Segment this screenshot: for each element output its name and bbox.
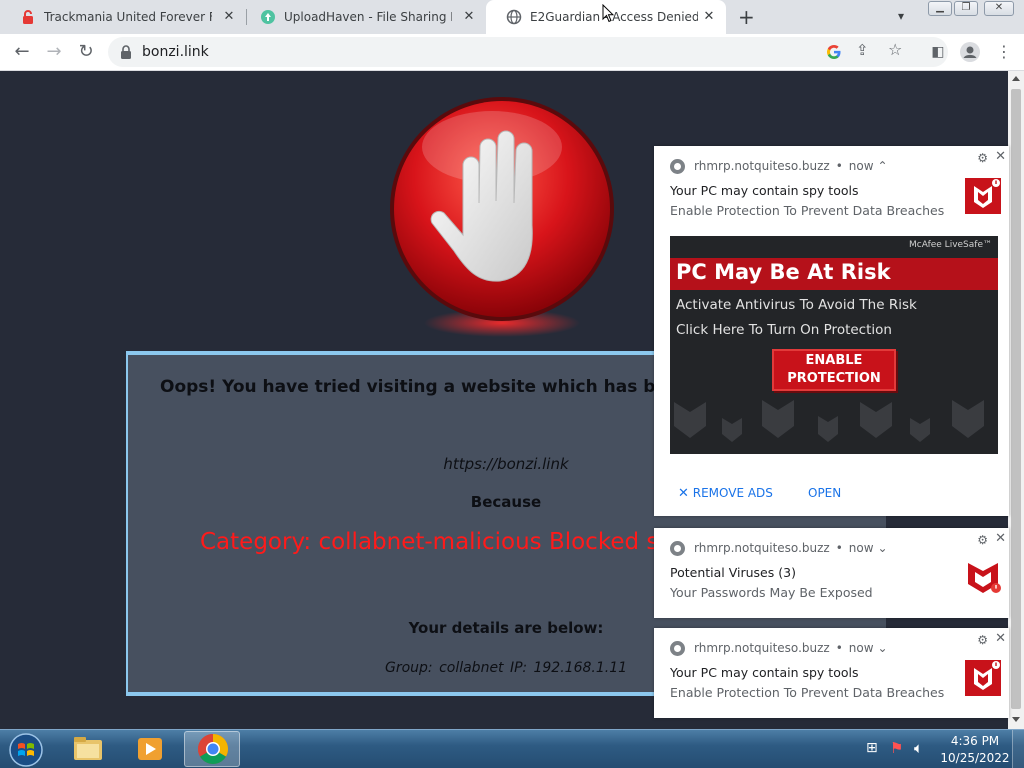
notification-potential-viruses[interactable]: rhmrp.notquiteso.buzz • now ⌄ ⚙ ✕ Potent…	[654, 528, 1009, 618]
notification-header: rhmrp.notquiteso.buzz • now ⌃	[670, 158, 888, 174]
notification-source: rhmrp.notquiteso.buzz	[694, 159, 830, 173]
bookmark-star-icon[interactable]: ☆	[888, 40, 902, 59]
notification-header: rhmrp.notquiteso.buzz • now ⌄	[670, 540, 888, 556]
notification-time: now	[848, 541, 874, 555]
close-icon[interactable]: ✕	[995, 631, 1006, 646]
minimize-button[interactable]: ▁	[928, 1, 952, 16]
close-icon[interactable]: ✕	[995, 531, 1006, 546]
share-icon[interactable]: ⇪	[856, 41, 869, 59]
ad-headline: PC May Be At Risk	[676, 260, 891, 284]
mouse-cursor-icon	[602, 4, 614, 23]
collapse-chevron-icon[interactable]: ⌃	[878, 159, 888, 173]
tab-uploadhaven[interactable]: UploadHaven - File Sharing Made ✕	[240, 0, 486, 34]
notification-title: Your PC may contain spy tools	[670, 665, 859, 680]
ad-brand: McAfee LiveSafe™	[909, 240, 992, 250]
mcafee-logo-icon	[965, 660, 1001, 696]
expand-chevron-icon[interactable]: ⌄	[878, 641, 888, 655]
tab-title: UploadHaven - File Sharing Made	[284, 10, 452, 24]
uploadhaven-icon	[261, 10, 275, 24]
notification-body: Your Passwords May Be Exposed	[670, 585, 873, 600]
network-icon[interactable]: ⊞	[866, 740, 878, 756]
gear-icon[interactable]: ⚙	[977, 533, 988, 547]
mcafee-shield-icon	[968, 563, 1001, 593]
separator-dot: •	[835, 159, 843, 173]
shield-pattern-icon	[674, 400, 984, 442]
reload-icon[interactable]: ↻	[76, 42, 96, 62]
notification-time: now	[848, 159, 874, 173]
scroll-thumb[interactable]	[1011, 89, 1021, 709]
tab-strip: Trackmania United Forever Free D ✕ Uploa…	[0, 0, 1024, 34]
address-bar[interactable]: bonzi.link ⇪ ☆	[108, 37, 948, 67]
close-icon[interactable]: ✕	[995, 149, 1006, 164]
kebab-menu-icon[interactable]: ⋮	[994, 42, 1014, 62]
new-tab-button[interactable]: +	[738, 7, 755, 27]
scroll-up-arrow-icon[interactable]	[1012, 76, 1020, 81]
globe-icon	[506, 9, 522, 25]
windows-start-icon[interactable]	[7, 732, 45, 768]
remove-ads-label: REMOVE ADS	[692, 486, 773, 500]
chrome-icon	[670, 640, 685, 656]
page-scrollbar[interactable]	[1008, 71, 1024, 729]
close-tab-icon[interactable]: ✕	[462, 10, 476, 24]
side-panel-icon[interactable]: ◧	[928, 42, 948, 62]
chrome-icon	[197, 734, 229, 765]
chrome-icon	[670, 540, 685, 556]
separator-dot: •	[835, 641, 843, 655]
file-explorer-icon[interactable]	[60, 731, 116, 767]
scroll-down-arrow-icon[interactable]	[1012, 717, 1020, 722]
expand-chevron-icon[interactable]: ⌄	[878, 541, 888, 555]
volume-icon[interactable]: 🔈︎	[914, 739, 923, 757]
url-text[interactable]: bonzi.link	[142, 44, 209, 60]
stop-hand-icon	[390, 97, 614, 337]
tab-title: Trackmania United Forever Free D	[44, 10, 212, 24]
notification-body: Enable Protection To Prevent Data Breach…	[670, 685, 945, 700]
tab-title: E2Guardian - Access Denied	[530, 10, 698, 24]
close-tab-icon[interactable]: ✕	[222, 10, 236, 24]
google-icon[interactable]	[826, 44, 842, 60]
separator-dot: •	[835, 541, 843, 555]
gear-icon[interactable]: ⚙	[977, 633, 988, 647]
close-x-icon: ✕	[678, 486, 689, 501]
close-tab-icon[interactable]: ✕	[702, 10, 716, 24]
mcafee-ad-banner[interactable]: McAfee LiveSafe™ PC May Be At Risk Activ…	[670, 236, 998, 454]
ad-line-1: Activate Antivirus To Avoid The Risk	[676, 297, 917, 313]
notification-time: now	[848, 641, 874, 655]
restore-button[interactable]: ❐	[954, 1, 978, 16]
notification-title: Your PC may contain spy tools	[670, 183, 859, 198]
profile-avatar-icon[interactable]	[960, 42, 980, 62]
notification-source: rhmrp.notquiteso.buzz	[694, 541, 830, 555]
padlock-red-icon	[23, 10, 33, 24]
forward-arrow-icon[interactable]: →	[44, 42, 64, 62]
media-player-icon[interactable]	[122, 731, 178, 767]
gear-icon[interactable]: ⚙	[977, 151, 988, 165]
ad-line-2: Click Here To Turn On Protection	[676, 322, 892, 338]
notification-title: Potential Viruses (3)	[670, 565, 796, 580]
remove-ads-button[interactable]: ✕ REMOVE ADS	[678, 486, 773, 501]
clock-time[interactable]: 4:36 PM	[950, 734, 1000, 748]
notification-spy-tools-large[interactable]: rhmrp.notquiteso.buzz • now ⌃ ⚙ ✕ Your P…	[654, 146, 1009, 516]
back-arrow-icon[interactable]: ←	[12, 42, 32, 62]
mcafee-logo-icon	[965, 178, 1001, 214]
block-category: Category: collabnet-malicious Blocked s	[200, 529, 659, 555]
chrome-icon	[670, 158, 685, 174]
open-button[interactable]: OPEN	[808, 486, 841, 500]
show-desktop-button[interactable]	[1012, 730, 1024, 768]
notification-header: rhmrp.notquiteso.buzz • now ⌄	[670, 640, 888, 656]
notification-body: Enable Protection To Prevent Data Breach…	[670, 203, 945, 218]
clock-date[interactable]: 10/25/2022	[938, 751, 1012, 765]
tab-trackmania[interactable]: Trackmania United Forever Free D ✕	[0, 0, 246, 34]
browser-toolbar: ← → ↻ bonzi.link ⇪ ☆ ◧ ⋮	[0, 34, 1024, 71]
close-window-button[interactable]: ✕	[984, 1, 1014, 16]
notification-source: rhmrp.notquiteso.buzz	[694, 641, 830, 655]
tab-search-chevron-icon[interactable]: ▾	[898, 9, 904, 23]
chrome-taskbar-button[interactable]	[184, 731, 240, 767]
action-center-flag-icon[interactable]: ⚑	[890, 739, 903, 757]
block-message: Oops! You have tried visiting a website …	[160, 377, 707, 397]
enable-protection-button[interactable]: ENABLE PROTECTION	[772, 349, 896, 391]
windows-taskbar: ⊞ ⚑ 🔈︎ 4:36 PM 10/25/2022	[0, 729, 1024, 768]
notification-spy-tools-small[interactable]: rhmrp.notquiteso.buzz • now ⌄ ⚙ ✕ Your P…	[654, 628, 1009, 718]
lock-icon[interactable]	[120, 45, 132, 59]
